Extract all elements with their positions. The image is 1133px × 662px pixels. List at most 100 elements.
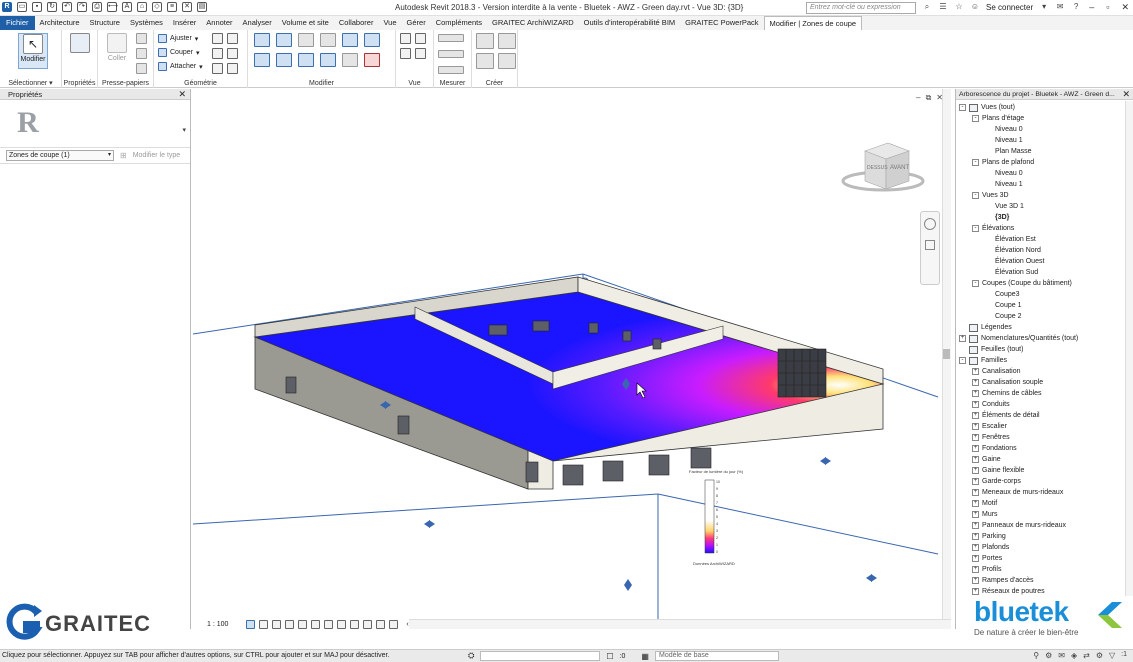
tab-7[interactable]: Volume et site bbox=[277, 16, 334, 30]
design-option-field[interactable]: Modèle de base bbox=[654, 651, 779, 661]
remove-paint-icon[interactable] bbox=[227, 48, 238, 59]
tree-item[interactable]: + Conduits bbox=[956, 399, 1133, 410]
tree-item[interactable]: Coupe 2 bbox=[956, 311, 1133, 322]
user-icon[interactable]: ☺ bbox=[970, 2, 980, 12]
minimize-icon[interactable]: – bbox=[916, 93, 920, 103]
tree-item[interactable]: {3D} bbox=[956, 212, 1133, 223]
collapse-icon[interactable]: - bbox=[972, 115, 979, 122]
tree-item[interactable]: + Panneaux de murs-rideaux bbox=[956, 520, 1133, 531]
close-hidden-icon[interactable]: ✕ bbox=[182, 2, 192, 12]
visual-style-icon[interactable] bbox=[259, 619, 269, 629]
tab-15[interactable]: Modifier | Zones de coupe bbox=[763, 16, 863, 30]
paste-button[interactable]: Coller bbox=[102, 33, 132, 69]
aligned-dimension-icon[interactable] bbox=[438, 66, 464, 74]
detail-level-icon[interactable] bbox=[246, 619, 256, 629]
tab-9[interactable]: Vue bbox=[378, 16, 401, 30]
tree-item[interactable]: + Portes bbox=[956, 553, 1133, 564]
save-icon[interactable]: ▪ bbox=[32, 2, 42, 12]
render-icon[interactable] bbox=[298, 619, 308, 629]
undo-icon[interactable]: ↶ bbox=[62, 2, 72, 12]
tree-item[interactable]: - Familles bbox=[956, 355, 1133, 366]
expand-icon[interactable]: + bbox=[972, 412, 979, 419]
collapse-icon[interactable]: - bbox=[959, 104, 966, 111]
delete-icon[interactable] bbox=[364, 53, 380, 67]
lock-view-icon[interactable] bbox=[337, 619, 347, 629]
expand-icon[interactable]: + bbox=[972, 533, 979, 540]
cut-icon[interactable] bbox=[136, 33, 147, 44]
trim-extend-icon[interactable] bbox=[320, 53, 336, 67]
select-dropdown[interactable]: Sélectionner ▾ bbox=[0, 79, 61, 87]
tree-item[interactable]: + Garde-corps bbox=[956, 476, 1133, 487]
tree-item[interactable]: + Éléments de détail bbox=[956, 410, 1133, 421]
dimension-icon[interactable] bbox=[438, 50, 464, 58]
tab-12[interactable]: GRAITEC ArchiWIZARD bbox=[487, 16, 579, 30]
expand-icon[interactable]: + bbox=[972, 434, 979, 441]
tree-item[interactable]: Vue 3D 1 bbox=[956, 201, 1133, 212]
expand-icon[interactable]: + bbox=[959, 335, 966, 342]
trim-icon[interactable] bbox=[342, 33, 358, 47]
split-face-icon[interactable] bbox=[212, 33, 223, 44]
tree-item[interactable]: - Plans d'étage bbox=[956, 113, 1133, 124]
tree-item[interactable]: + Canalisation souple bbox=[956, 377, 1133, 388]
restore-icon[interactable]: ⧉ bbox=[926, 93, 932, 103]
tab-4[interactable]: Insérer bbox=[168, 16, 201, 30]
tree-item[interactable]: + Profils bbox=[956, 564, 1133, 575]
edit-type-button[interactable]: Modifier le type bbox=[133, 152, 180, 159]
communication-icon[interactable]: ☰ bbox=[938, 2, 948, 12]
create-similar-icon[interactable] bbox=[498, 53, 516, 69]
tree-item[interactable]: Élévation Nord bbox=[956, 245, 1133, 256]
tab-0[interactable]: Fichier bbox=[0, 16, 35, 30]
properties-button[interactable] bbox=[65, 33, 95, 69]
tab-5[interactable]: Annoter bbox=[201, 16, 237, 30]
offset-icon[interactable] bbox=[276, 33, 292, 47]
create-parts-icon[interactable] bbox=[498, 33, 516, 49]
expand-icon[interactable]: + bbox=[972, 555, 979, 562]
tab-13[interactable]: Outils d'interopérabilité BIM bbox=[579, 16, 680, 30]
copy-element-icon[interactable] bbox=[276, 53, 292, 67]
expand-icon[interactable]: + bbox=[972, 577, 979, 584]
expand-icon[interactable]: + bbox=[972, 544, 979, 551]
select-underlay-icon[interactable]: ⚙ bbox=[1045, 651, 1052, 660]
expand-icon[interactable]: + bbox=[972, 489, 979, 496]
filter-icon[interactable] bbox=[415, 48, 426, 59]
tree-item[interactable]: Légendes bbox=[956, 322, 1133, 333]
tree-item[interactable]: + Canalisation bbox=[956, 366, 1133, 377]
analytical-model-icon[interactable] bbox=[376, 619, 386, 629]
section-icon[interactable]: ◇ bbox=[152, 2, 162, 12]
tree-item[interactable]: Coupe3 bbox=[956, 289, 1133, 300]
scroll-thumb[interactable] bbox=[943, 349, 950, 359]
crop-view-icon[interactable] bbox=[311, 619, 321, 629]
measure-icon[interactable]: ⟷ bbox=[107, 2, 118, 12]
close-icon[interactable]: ✕ bbox=[1121, 2, 1129, 13]
tree-item[interactable]: + Plafonds bbox=[956, 542, 1133, 553]
exchange-icon[interactable]: ✉ bbox=[1055, 2, 1065, 12]
zoom-icon[interactable] bbox=[925, 240, 935, 250]
search-input[interactable]: Entrez mot-clé ou expression bbox=[806, 2, 916, 14]
building-model[interactable] bbox=[253, 276, 885, 490]
close-icon[interactable]: ✕ bbox=[1120, 89, 1130, 99]
background-process-icon[interactable]: ⚙ bbox=[1096, 651, 1103, 660]
move-icon[interactable] bbox=[254, 53, 270, 67]
pin-icon[interactable] bbox=[227, 63, 238, 74]
tree-item[interactable]: + Meneaux de murs-rideaux bbox=[956, 487, 1133, 498]
tab-1[interactable]: Architecture bbox=[35, 16, 85, 30]
mirror-draw-icon[interactable] bbox=[320, 33, 336, 47]
tree-item[interactable]: + Parking bbox=[956, 531, 1133, 542]
tree-item[interactable]: + Fenêtres bbox=[956, 432, 1133, 443]
chevron-left-icon[interactable]: ‹ bbox=[406, 621, 408, 628]
type-selector-dropdown[interactable]: Zones de coupe (1) ▾ bbox=[6, 150, 114, 161]
shadows-icon[interactable] bbox=[285, 619, 295, 629]
temporary-hide-icon[interactable] bbox=[350, 619, 360, 629]
tree-item[interactable]: - Plans de plafond bbox=[956, 157, 1133, 168]
3d-viewport[interactable]: Facteur de lumière du jour (%) 10 9 8 7 6 5 4 3… bbox=[193, 89, 951, 629]
sync-icon[interactable]: ↻ bbox=[47, 2, 57, 12]
cope-button[interactable]: Ajuster ▾ bbox=[158, 34, 198, 43]
array-icon[interactable] bbox=[342, 53, 358, 67]
tree-item[interactable]: Feuilles (tout) bbox=[956, 344, 1133, 355]
collapse-icon[interactable]: - bbox=[972, 225, 979, 232]
select-by-face-icon[interactable]: ◈ bbox=[1071, 651, 1077, 660]
collapse-icon[interactable]: - bbox=[972, 159, 979, 166]
override-icon[interactable] bbox=[415, 33, 426, 44]
tab-3[interactable]: Systèmes bbox=[125, 16, 168, 30]
mirror-axis-icon[interactable] bbox=[298, 33, 314, 47]
